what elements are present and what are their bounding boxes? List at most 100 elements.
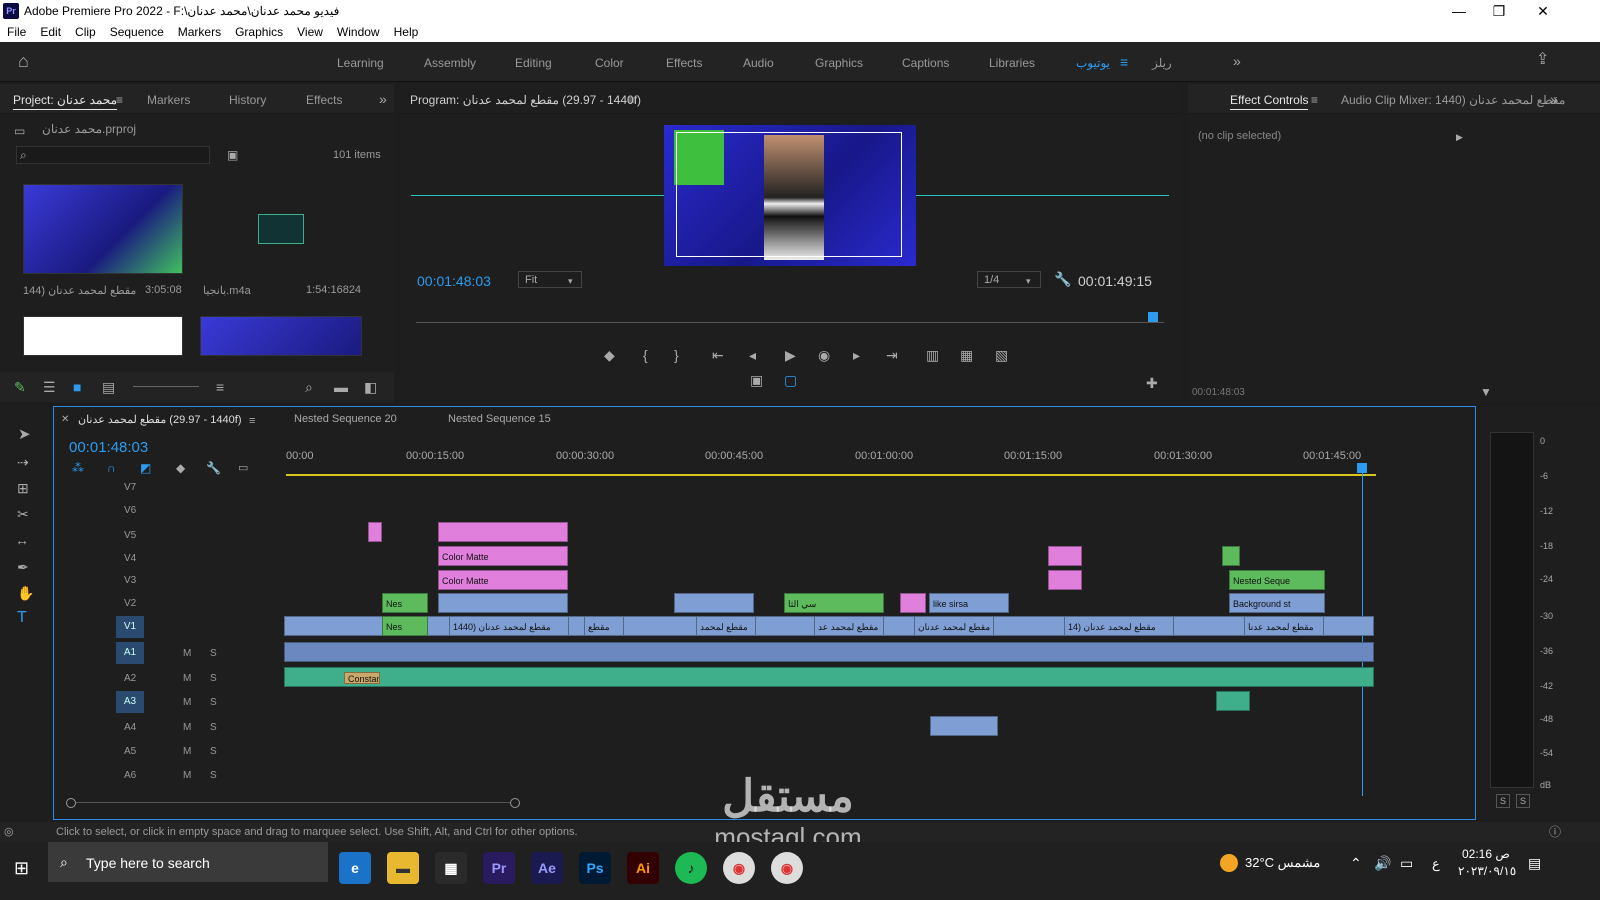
weather-text[interactable]: 32°C مشمس <box>1245 855 1320 871</box>
timeline-ruler[interactable]: 00:00 00:00:15:00 00:00:30:00 00:00:45:0… <box>286 448 1376 470</box>
menu-edit[interactable]: Edit <box>33 22 68 42</box>
menu-sequence[interactable]: Sequence <box>103 22 171 42</box>
chrome-icon[interactable]: ◉ <box>723 852 755 884</box>
list-view-icon[interactable]: ☰ <box>43 380 56 394</box>
workspace-reels[interactable]: ريلز <box>1152 56 1172 70</box>
track-label-a2[interactable]: A2 <box>124 673 136 684</box>
resolution-select[interactable]: 1/4 <box>977 271 1041 288</box>
tab-markers[interactable]: Markers <box>147 93 190 107</box>
freeform-view-icon[interactable]: ▤ <box>102 380 115 394</box>
home-icon[interactable]: ⌂ <box>18 52 29 70</box>
close-tab-icon[interactable]: ✕ <box>61 413 69 427</box>
expand-icon[interactable]: ▶ <box>1456 130 1463 144</box>
chrome-icon-2[interactable]: ◉ <box>771 852 803 884</box>
workspace-menu-icon[interactable]: ≡ <box>1120 55 1128 69</box>
workspace-audio[interactable]: Audio <box>743 56 774 70</box>
mute-a2[interactable]: M <box>183 673 191 684</box>
clip-v3-color-matte[interactable]: Color Matte <box>438 570 568 590</box>
workspace-graphics[interactable]: Graphics <box>815 56 863 70</box>
hscroll-right-handle[interactable] <box>510 798 520 808</box>
clip-v2-label-h[interactable]: سي الثا <box>784 593 884 613</box>
program-video-frame[interactable] <box>664 125 916 266</box>
tab-nested-20[interactable]: Nested Sequence 20 <box>294 413 397 425</box>
solo-a6[interactable]: S <box>210 770 217 781</box>
step-back-icon[interactable]: ◂ <box>749 348 756 362</box>
clip-area[interactable]: Nes مقطع لمحمد عدنان (1440 مقطع مقطع لمح… <box>284 476 1376 796</box>
mute-a5[interactable]: M <box>183 746 191 757</box>
clip-a4-blue[interactable] <box>930 716 998 736</box>
workspace-assembly[interactable]: Assembly <box>424 56 476 70</box>
workspace-libraries[interactable]: Libraries <box>989 56 1035 70</box>
hand-icon[interactable]: ✋ <box>17 586 34 600</box>
more-tabs-icon[interactable]: » <box>379 92 387 106</box>
clip-v5-pink-small[interactable] <box>368 522 382 542</box>
photoshop-icon[interactable]: Ps <box>579 852 611 884</box>
tab-effects[interactable]: Effects <box>306 93 342 107</box>
search-input[interactable] <box>16 146 210 164</box>
clip-thumbnail-video[interactable] <box>23 184 183 274</box>
add-marker-icon[interactable]: ◆ <box>604 348 615 362</box>
linked-selection-icon[interactable]: ◩ <box>140 461 151 475</box>
close-button[interactable]: ✕ <box>1520 0 1566 22</box>
store-icon[interactable]: ▦ <box>435 852 467 884</box>
track-label-v4[interactable]: V4 <box>124 553 136 564</box>
clip-thumbnail-video-2[interactable] <box>200 316 362 356</box>
clip-v1-g[interactable]: مقطع لمحمد عدنا <box>1244 616 1324 636</box>
tab-effect-controls[interactable]: Effect Controls <box>1230 93 1309 110</box>
clip-a1-audio[interactable] <box>284 642 1374 662</box>
lift-icon[interactable]: ▧ <box>995 348 1008 362</box>
tab-nested-15[interactable]: Nested Sequence 15 <box>448 413 551 425</box>
volume-icon[interactable]: 🔊 <box>1374 856 1391 870</box>
audio-waveform-icon[interactable] <box>258 214 304 244</box>
slip-icon[interactable]: ↔ <box>15 533 29 547</box>
track-label-a5[interactable]: A5 <box>124 746 136 757</box>
clip-v3-nested[interactable]: Nested Seque <box>1229 570 1325 590</box>
language-indicator[interactable]: ع <box>1432 856 1440 872</box>
tray-chevron-icon[interactable]: ⌃ <box>1350 856 1362 870</box>
clip-a2-constant[interactable]: Constant <box>344 672 380 684</box>
track-label-v1[interactable]: V1 <box>116 616 144 638</box>
pen-icon[interactable]: ✒ <box>17 560 29 574</box>
hscroll-left-handle[interactable] <box>66 798 76 808</box>
tab-audio-clip-mixer[interactable]: Audio Clip Mixer: مقطع لمحمد عدنان (1440 <box>1341 93 1565 107</box>
maximize-button[interactable]: ❐ <box>1476 0 1522 22</box>
track-label-v7[interactable]: V7 <box>124 482 136 493</box>
clip-a2-audio[interactable] <box>284 667 1374 687</box>
panel-menu-icon[interactable]: ≡ <box>116 93 123 107</box>
overwrite-icon[interactable]: ▦ <box>960 348 973 362</box>
captions-icon[interactable]: ▭ <box>238 461 248 475</box>
selection-tool-icon[interactable]: ➤ <box>18 427 31 442</box>
clip-v1-c[interactable]: مقطع لمحمد <box>696 616 756 636</box>
solo-a1[interactable]: S <box>210 648 217 659</box>
track-label-a1[interactable]: A1 <box>116 642 144 664</box>
clock-date[interactable]: ٢٠٢٣/٠٩/١٥ <box>1458 864 1516 878</box>
menu-clip[interactable]: Clip <box>68 22 103 42</box>
track-label-a4[interactable]: A4 <box>124 722 136 733</box>
clip-v2-like-sirsa[interactable]: like sirsa <box>929 593 1009 613</box>
camera-icon[interactable]: ◉ <box>818 348 830 362</box>
track-label-v2[interactable]: V2 <box>124 598 136 609</box>
timeline-timecode[interactable]: 00:01:48:03 <box>69 439 148 456</box>
add-button-icon[interactable]: ✚ <box>1146 376 1158 390</box>
share-icon[interactable]: ⇪ <box>1536 52 1549 68</box>
notifications-icon[interactable]: ▤ <box>1528 856 1541 870</box>
clip-v1-f[interactable]: مقطع لمحمد عدنان (14 <box>1064 616 1174 636</box>
workspace-learning[interactable]: Learning <box>337 56 384 70</box>
program-timecode[interactable]: 00:01:48:03 <box>417 273 491 289</box>
go-to-out-icon[interactable]: ⇥ <box>886 348 898 362</box>
track-label-v5[interactable]: V5 <box>124 530 136 541</box>
sequence-menu-icon[interactable]: ≡ <box>249 414 255 428</box>
clip-v2-blue[interactable] <box>438 593 568 613</box>
network-icon[interactable]: ▭ <box>1400 856 1413 870</box>
playhead-marker[interactable] <box>1148 312 1158 322</box>
tab-history[interactable]: History <box>229 93 266 107</box>
workspace-color[interactable]: Color <box>595 56 624 70</box>
menu-markers[interactable]: Markers <box>171 22 228 42</box>
pencil-icon[interactable]: ✎ <box>14 380 26 394</box>
edge-icon[interactable]: e <box>339 852 371 884</box>
program-scrubber[interactable] <box>416 322 1164 323</box>
menu-view[interactable]: View <box>290 22 330 42</box>
find-icon[interactable]: ⌕ <box>305 380 313 394</box>
new-item-icon[interactable]: ◧ <box>364 380 377 394</box>
safe-margins-icon[interactable]: ▣ <box>750 373 763 387</box>
